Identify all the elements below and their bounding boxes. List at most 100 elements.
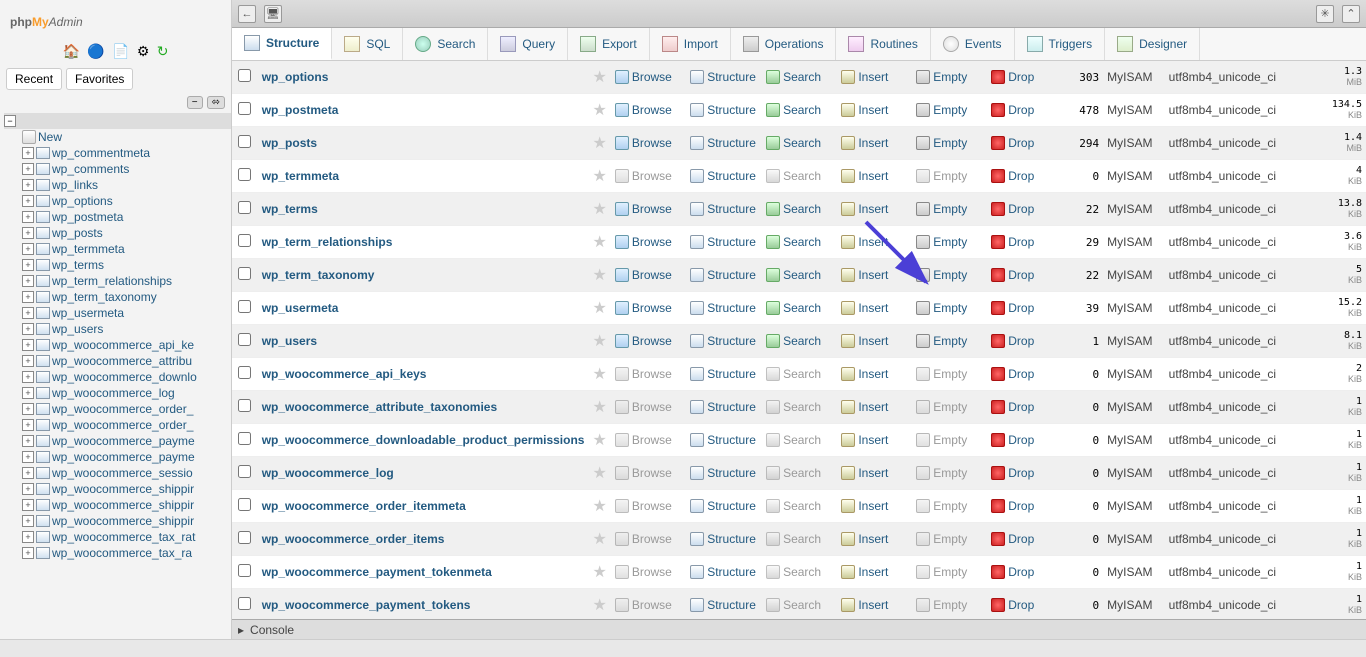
search-action[interactable]: Search [766, 103, 833, 117]
drop-action[interactable]: Drop [991, 169, 1058, 183]
console-bar[interactable]: ▸ Console [232, 619, 1366, 639]
recent-tab[interactable]: Recent [6, 68, 62, 90]
drop-action[interactable]: Drop [991, 334, 1058, 348]
favorite-star-icon[interactable]: ★ [588, 358, 610, 391]
insert-action[interactable]: Insert [841, 433, 908, 447]
table-name-link[interactable]: wp_woocommerce_order_itemmeta [262, 499, 466, 513]
browse-action[interactable]: Browse [615, 169, 682, 183]
empty-action[interactable]: Empty [916, 169, 983, 183]
search-action[interactable]: Search [766, 301, 833, 315]
favorite-star-icon[interactable]: ★ [588, 424, 610, 457]
row-checkbox[interactable] [238, 168, 251, 181]
browse-action[interactable]: Browse [615, 70, 682, 84]
browse-action[interactable]: Browse [615, 235, 682, 249]
drop-action[interactable]: Drop [991, 598, 1058, 612]
browse-action[interactable]: Browse [615, 301, 682, 315]
structure-action[interactable]: Structure [690, 70, 758, 84]
tree-table-item[interactable]: +wp_woocommerce_attribu [22, 353, 231, 369]
navsettings-icon[interactable]: ⚙ [137, 43, 150, 59]
table-name-link[interactable]: wp_woocommerce_order_items [262, 532, 445, 546]
empty-action[interactable]: Empty [916, 532, 983, 546]
tree-table-item[interactable]: +wp_term_relationships [22, 273, 231, 289]
plus-icon[interactable]: + [22, 323, 34, 335]
structure-action[interactable]: Structure [690, 598, 758, 612]
row-checkbox[interactable] [238, 234, 251, 247]
search-action[interactable]: Search [766, 169, 833, 183]
row-checkbox[interactable] [238, 399, 251, 412]
browse-action[interactable]: Browse [615, 433, 682, 447]
collapse-top-icon[interactable]: ⌃ [1342, 5, 1360, 23]
favorite-star-icon[interactable]: ★ [588, 226, 610, 259]
empty-action[interactable]: Empty [916, 301, 983, 315]
row-checkbox[interactable] [238, 102, 251, 115]
structure-action[interactable]: Structure [690, 499, 758, 513]
search-action[interactable]: Search [766, 565, 833, 579]
browse-action[interactable]: Browse [615, 202, 682, 216]
tab-export[interactable]: Export [568, 28, 650, 60]
plus-icon[interactable]: + [22, 179, 34, 191]
tree-table-item[interactable]: +wp_woocommerce_tax_rat [22, 529, 231, 545]
horizontal-scrollbar[interactable] [0, 639, 1366, 657]
insert-action[interactable]: Insert [841, 301, 908, 315]
insert-action[interactable]: Insert [841, 367, 908, 381]
row-checkbox[interactable] [238, 69, 251, 82]
tree-table-item[interactable]: +wp_commentmeta [22, 145, 231, 161]
docs-icon[interactable]: 📄 [112, 43, 129, 59]
table-name-link[interactable]: wp_termmeta [262, 169, 339, 183]
row-checkbox[interactable] [238, 465, 251, 478]
plus-icon[interactable]: + [22, 211, 34, 223]
search-action[interactable]: Search [766, 70, 833, 84]
structure-action[interactable]: Structure [690, 367, 758, 381]
search-action[interactable]: Search [766, 532, 833, 546]
browse-action[interactable]: Browse [615, 268, 682, 282]
favorites-tab[interactable]: Favorites [66, 68, 133, 90]
insert-action[interactable]: Insert [841, 400, 908, 414]
tree-table-item[interactable]: +wp_options [22, 193, 231, 209]
insert-action[interactable]: Insert [841, 334, 908, 348]
structure-action[interactable]: Structure [690, 334, 758, 348]
drop-action[interactable]: Drop [991, 565, 1058, 579]
browse-action[interactable]: Browse [615, 532, 682, 546]
structure-action[interactable]: Structure [690, 103, 758, 117]
empty-action[interactable]: Empty [916, 565, 983, 579]
tree-table-item[interactable]: +wp_woocommerce_shippir [22, 513, 231, 529]
plus-icon[interactable]: + [22, 195, 34, 207]
drop-action[interactable]: Drop [991, 499, 1058, 513]
plus-icon[interactable]: + [22, 467, 34, 479]
insert-action[interactable]: Insert [841, 598, 908, 612]
reload-icon[interactable]: ↻ [157, 43, 169, 59]
favorite-star-icon[interactable]: ★ [588, 94, 610, 127]
structure-action[interactable]: Structure [690, 400, 758, 414]
logout-icon[interactable]: 🔵 [87, 43, 104, 59]
insert-action[interactable]: Insert [841, 499, 908, 513]
tree-table-item[interactable]: +wp_posts [22, 225, 231, 241]
plus-icon[interactable]: + [22, 147, 34, 159]
table-name-link[interactable]: wp_terms [262, 202, 318, 216]
search-action[interactable]: Search [766, 466, 833, 480]
home-icon[interactable]: 🏠 [63, 43, 80, 59]
insert-action[interactable]: Insert [841, 70, 908, 84]
collapse-icon[interactable]: − [187, 96, 203, 109]
browse-action[interactable]: Browse [615, 466, 682, 480]
structure-action[interactable]: Structure [690, 532, 758, 546]
row-checkbox[interactable] [238, 531, 251, 544]
table-name-link[interactable]: wp_woocommerce_downloadable_product_perm… [262, 433, 585, 447]
search-action[interactable]: Search [766, 499, 833, 513]
tree-table-item[interactable]: +wp_links [22, 177, 231, 193]
plus-icon[interactable]: + [22, 419, 34, 431]
tree-table-item[interactable]: +wp_term_taxonomy [22, 289, 231, 305]
browse-action[interactable]: Browse [615, 334, 682, 348]
tree-table-item[interactable]: +wp_terms [22, 257, 231, 273]
table-name-link[interactable]: wp_woocommerce_log [262, 466, 394, 480]
tree-table-item[interactable]: +wp_woocommerce_payme [22, 433, 231, 449]
tree-table-item[interactable]: +wp_woocommerce_payme [22, 449, 231, 465]
row-checkbox[interactable] [238, 432, 251, 445]
favorite-star-icon[interactable]: ★ [588, 61, 610, 94]
favorite-star-icon[interactable]: ★ [588, 457, 610, 490]
table-name-link[interactable]: wp_users [262, 334, 317, 348]
row-checkbox[interactable] [238, 267, 251, 280]
empty-action[interactable]: Empty [916, 367, 983, 381]
row-checkbox[interactable] [238, 135, 251, 148]
tree-table-item[interactable]: +wp_woocommerce_downlo [22, 369, 231, 385]
tab-designer[interactable]: Designer [1105, 28, 1200, 60]
